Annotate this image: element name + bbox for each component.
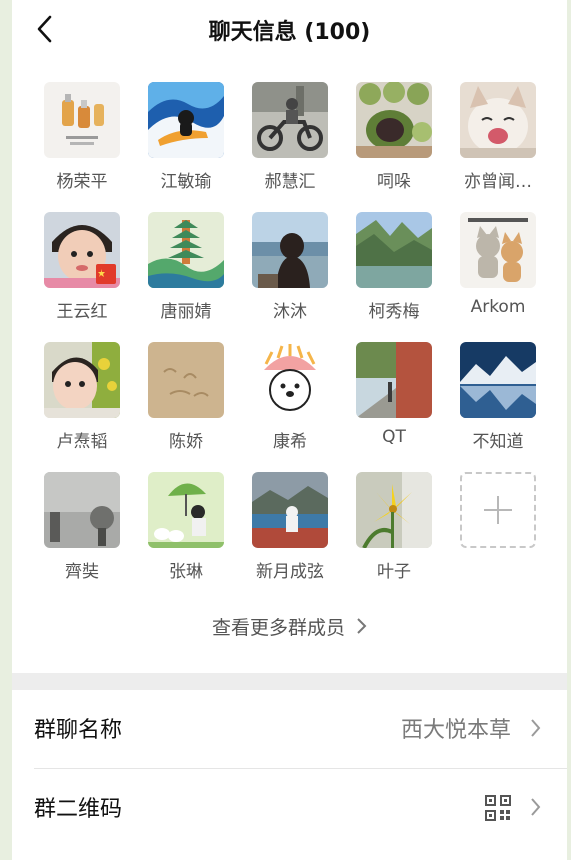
member-name: 唐丽婧	[160, 302, 212, 322]
view-more-members-label: 查看更多群成员	[211, 617, 345, 639]
member-name: 新月成弦	[256, 562, 324, 582]
member-item[interactable]: 王云红	[32, 212, 132, 332]
member-name: 江敏瑜	[160, 172, 212, 192]
avatar	[148, 212, 224, 288]
avatar	[356, 472, 432, 548]
member-item[interactable]: 江敏瑜	[136, 82, 236, 202]
avatar	[252, 212, 328, 288]
member-name: 郝慧汇	[264, 172, 316, 192]
member-name: 叶子	[377, 562, 411, 582]
avatar	[460, 342, 536, 418]
member-name: 陈娇	[169, 432, 203, 452]
member-name: 齊奘	[65, 562, 99, 582]
member-item[interactable]: 郝慧汇	[240, 82, 340, 202]
phone-screen: 聊天信息 (100) 杨荣平 江敏瑜 郝慧汇 呞哚 亦曾闻… 王云红 唐丽婧 沐…	[12, 0, 567, 860]
group-settings-card: 群聊名称 西大悦本草 群二维码	[12, 690, 567, 860]
members-card: 聊天信息 (100) 杨荣平 江敏瑜 郝慧汇 呞哚 亦曾闻… 王云红 唐丽婧 沐…	[12, 0, 567, 673]
plus-icon	[484, 496, 512, 524]
member-name: 杨荣平	[56, 172, 108, 192]
group-name-value: 西大悦本草	[400, 718, 511, 743]
member-name: 康希	[273, 432, 307, 452]
member-name: 亦曾闻…	[464, 172, 532, 192]
member-item[interactable]: Arkom	[448, 212, 548, 332]
member-item[interactable]: 亦曾闻…	[448, 82, 548, 202]
group-name-label: 群聊名称	[34, 718, 123, 743]
member-name: QT	[382, 427, 406, 447]
member-name: 王云红	[56, 302, 108, 322]
avatar	[460, 82, 536, 158]
member-item[interactable]: 康希	[240, 342, 340, 462]
member-item[interactable]: 新月成弦	[240, 472, 340, 592]
member-name: 呞哚	[377, 172, 411, 192]
member-item[interactable]: 沐沐	[240, 212, 340, 332]
member-item[interactable]: 柯秀梅	[344, 212, 444, 332]
group-name-row[interactable]: 群聊名称 西大悦本草	[12, 690, 567, 769]
avatar	[148, 82, 224, 158]
member-item[interactable]: 齊奘	[32, 472, 132, 592]
chevron-right-icon	[529, 718, 541, 742]
avatar	[356, 342, 432, 418]
member-name: 不知道	[472, 432, 524, 452]
avatar	[44, 212, 120, 288]
avatar	[148, 342, 224, 418]
page-title: 聊天信息 (100)	[208, 20, 371, 45]
avatar	[252, 82, 328, 158]
add-member-button[interactable]	[460, 472, 536, 548]
avatar	[44, 342, 120, 418]
view-more-members-link[interactable]: 查看更多群成员	[12, 613, 567, 640]
avatar	[252, 472, 328, 548]
avatar	[356, 212, 432, 288]
avatar	[44, 472, 120, 548]
nav-bar: 聊天信息 (100)	[12, 0, 567, 58]
avatar	[148, 472, 224, 548]
member-item[interactable]: QT	[344, 342, 444, 462]
avatar	[252, 342, 328, 418]
member-name: 柯秀梅	[368, 302, 420, 322]
qr-code-icon	[485, 795, 511, 825]
chevron-right-icon	[529, 797, 541, 821]
group-qr-row[interactable]: 群二维码	[12, 769, 567, 847]
add-member-item[interactable]	[448, 472, 548, 592]
member-item[interactable]: 不知道	[448, 342, 548, 462]
avatar	[356, 82, 432, 158]
member-item[interactable]: 唐丽婧	[136, 212, 236, 332]
member-name: 卢焘韬	[56, 432, 108, 452]
member-item[interactable]: 张琳	[136, 472, 236, 592]
member-name: 沐沐	[273, 302, 307, 322]
member-item[interactable]: 杨荣平	[32, 82, 132, 202]
member-item[interactable]: 呞哚	[344, 82, 444, 202]
member-name: Arkom	[470, 297, 526, 317]
member-item[interactable]: 陈娇	[136, 342, 236, 462]
member-name: 张琳	[169, 562, 203, 582]
chevron-right-icon	[355, 617, 367, 640]
avatar	[44, 82, 120, 158]
avatar	[460, 212, 536, 288]
group-qr-label: 群二维码	[34, 797, 123, 822]
member-item[interactable]: 叶子	[344, 472, 444, 592]
member-item[interactable]: 卢焘韬	[32, 342, 132, 462]
